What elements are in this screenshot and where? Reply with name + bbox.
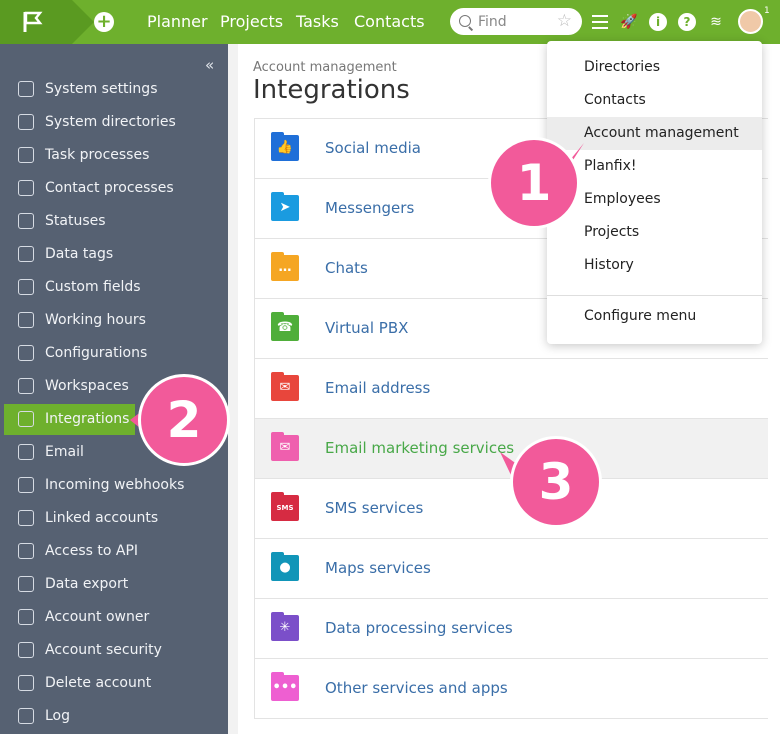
callout-3: 3 [510, 436, 602, 528]
callout-2: 2 [138, 374, 230, 466]
callout-1: 1 [488, 137, 580, 229]
callout-tails [130, 143, 584, 490]
